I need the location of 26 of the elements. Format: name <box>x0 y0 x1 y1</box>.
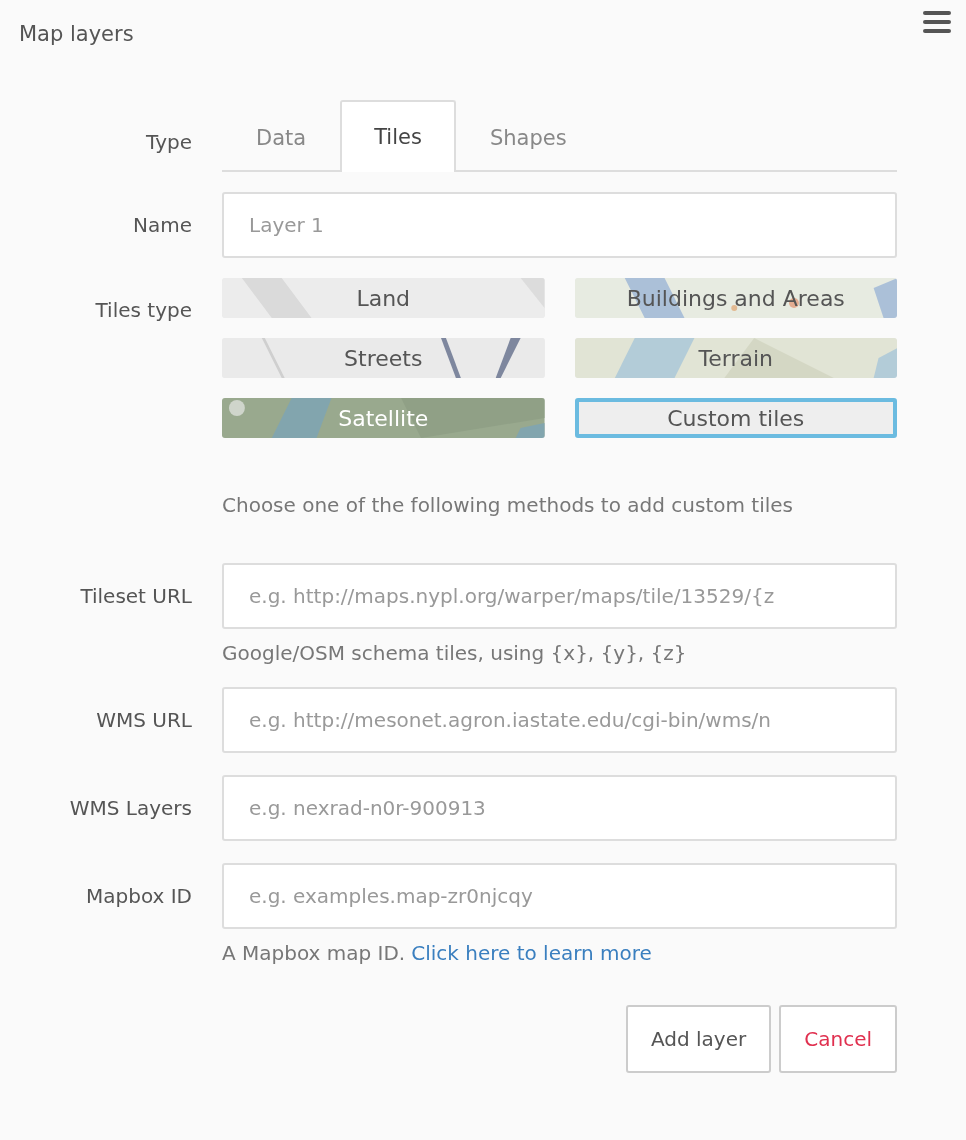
panel-title: Map layers <box>19 22 134 46</box>
tab[interactable]: Data <box>222 102 341 172</box>
tile-option[interactable]: Custom tiles <box>574 398 897 438</box>
input-field[interactable]: e.g. examples.map-zr0njcqy <box>222 863 897 929</box>
add-layer-button[interactable]: Add layer <box>625 1005 772 1073</box>
learn-more-link[interactable]: Click here to learn more <box>411 941 652 965</box>
tab[interactable]: Tiles <box>340 100 456 172</box>
hint-text: Choose one of the following methods to add custom tiles <box>222 492 794 519</box>
field-label: WMS Layers <box>68 796 193 820</box>
field-label: Tileset URL <box>79 584 193 608</box>
tile-option[interactable]: Terrain <box>574 338 897 378</box>
help-text: A Mapbox map ID. <box>222 941 406 965</box>
field-label: Name <box>132 213 193 237</box>
field-label: Mapbox ID <box>85 884 193 908</box>
field-label: Tiles type <box>94 297 193 322</box>
field-label: Type <box>145 130 193 156</box>
name-field[interactable]: Layer 1 <box>222 192 897 258</box>
input-field[interactable]: e.g. http://maps.nypl.org/warper/maps/tile/13529/{z <box>222 563 897 629</box>
menu-icon[interactable] <box>923 11 951 33</box>
field-label: WMS URL <box>95 708 193 732</box>
help-text: Google/OSM schema tiles, using {x}, {y}, {z} <box>222 641 687 665</box>
tab[interactable]: Shapes <box>455 102 601 172</box>
cancel-button[interactable]: Cancel <box>779 1005 897 1073</box>
tile-option[interactable]: Buildings and Areas <box>574 278 897 318</box>
input-field[interactable]: e.g. nexrad-n0r-900913 <box>222 775 897 841</box>
input-field[interactable]: e.g. http://mesonet.agron.iastate.edu/cgi-bin/wms/n <box>222 687 897 753</box>
